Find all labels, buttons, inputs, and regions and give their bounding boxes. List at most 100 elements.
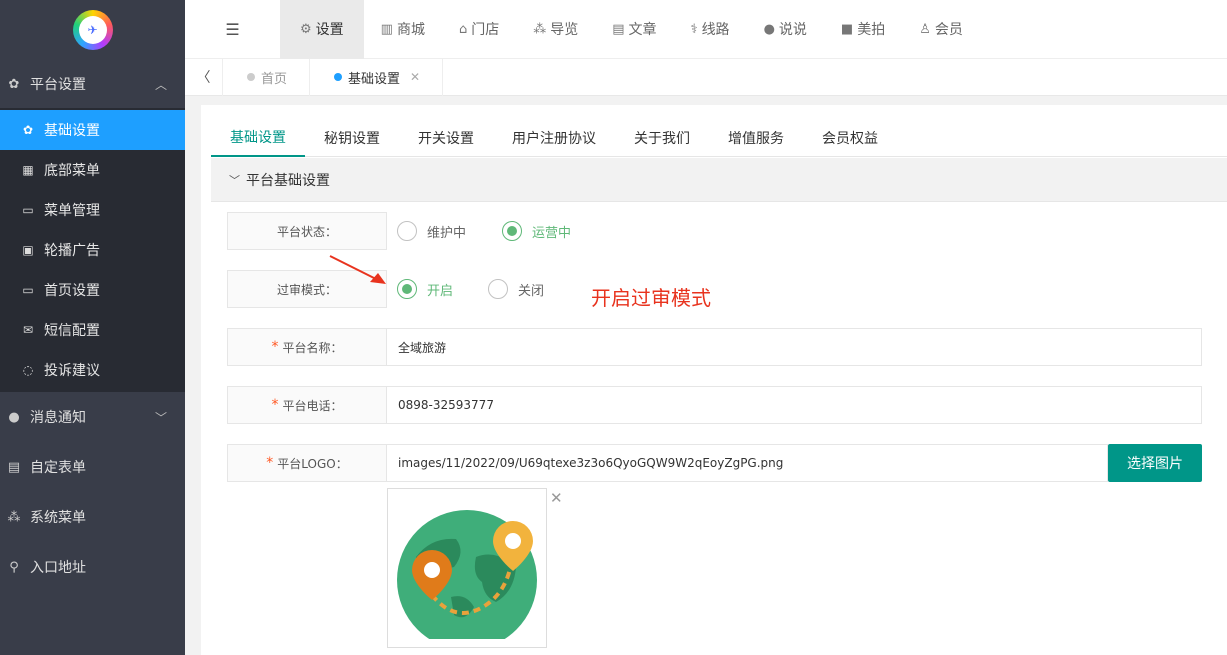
topnav-label: 门店 [471,22,500,38]
page-tab-basic-settings[interactable]: 基础设置 ✕ [310,58,444,96]
status-label: 平台状态： [227,212,387,250]
sidebar-group-label: 入口地址 [30,560,86,576]
logo-path-field[interactable]: images/11/2022/09/U69qtexe3z3o6QyoGQW9W2… [387,444,1108,482]
chevron-down-icon: ﹀ [154,410,167,425]
topnav-guide[interactable]: ⁂ 导览 [516,0,595,59]
name-label: * 平台名称： [227,328,387,366]
radio-circle [397,221,417,241]
sidebar-group-custom-forms[interactable]: ▤ 自定表单 [0,442,185,492]
sidebar-group-label: 自定表单 [30,460,86,476]
topnav-label: 美拍 [857,22,886,38]
sidebar-item-basic-settings[interactable]: ✿ 基础设置 [0,110,185,150]
monitor-icon: ▭ [22,283,34,297]
mail-icon: ✉ [22,323,34,337]
sidebar-group-entry-address[interactable]: ⚲ 入口地址 [0,542,185,592]
tab-value-added[interactable]: 增值服务 [709,119,803,157]
radio-review-on[interactable]: 开启 [397,270,453,308]
menu-toggle-icon[interactable]: ☰ [185,0,280,59]
gear-icon: ✿ [22,123,34,137]
sidebar-item-bottom-menu[interactable]: ▦ 底部菜单 [0,150,185,190]
sidebar-item-label: 基础设置 [44,123,100,139]
topnav-shop[interactable]: ▥ 商城 [364,0,442,59]
sidebar-group-label: 消息通知 [30,410,86,426]
sidebar-item-sms-config[interactable]: ✉ 短信配置 [0,310,185,350]
tab-about-us[interactable]: 关于我们 [615,119,709,157]
tab-switch-settings[interactable]: 开关设置 [399,119,493,157]
topnav-photos[interactable]: ■ 美拍 [824,0,902,59]
close-icon[interactable]: ✕ [410,70,420,84]
chat-icon: ◌ [22,363,34,377]
required-mark: * [271,339,279,355]
bank-icon: ⌂ [458,21,468,37]
page-tab-bar: 〈 首页 基础设置 ✕ [185,58,1227,96]
sidebar-item-complaints[interactable]: ◌ 投诉建议 [0,350,185,390]
wechat-icon: ● [763,21,775,37]
radio-review-off[interactable]: 关闭 [488,270,544,308]
radio-label: 开启 [427,283,454,299]
topnav-store[interactable]: ⌂ 门店 [442,0,516,59]
sidebar-item-label: 投诉建议 [44,363,100,379]
tab-secret-keys[interactable]: 秘钥设置 [305,119,399,157]
radio-circle-checked [502,221,522,241]
top-header: ☰ ⚙ 设置 ▥ 商城 ⌂ 门店 ⁂ 导览 ▤ 文章 ⚕ 线路 ● 说说 ■ 美拍 ♙ 会员 [185,0,1227,59]
topnav-label: 说说 [778,22,807,38]
radio-operating[interactable]: 运营中 [502,212,571,250]
topnav-members[interactable]: ♙ 会员 [902,0,980,59]
form-row-name: * 平台名称： 全域旅游 [227,328,1202,366]
chevron-left-icon[interactable]: 〈 [185,58,223,96]
sidebar-group-system-menu[interactable]: ⁂ 系统菜单 [0,492,185,542]
logo-preview [387,488,547,648]
sidebar-item-label: 底部菜单 [44,163,100,179]
route-icon: ⚕ [690,21,698,37]
radio-label: 运营中 [532,225,572,241]
sidebar-item-label: 首页设置 [44,283,100,299]
sidebar-item-home-settings[interactable]: ▭ 首页设置 [0,270,185,310]
form-icon: ▤ [7,459,21,475]
topnav-posts[interactable]: ● 说说 [747,0,824,59]
sidebar-item-menu-management[interactable]: ▭ 菜单管理 [0,190,185,230]
topnav-settings[interactable]: ⚙ 设置 [280,0,364,59]
form-row-logo: * 平台LOGO： images/11/2022/09/U69qtexe3z3o6… [227,444,1108,482]
gear-icon: ✿ [8,76,20,92]
gears-icon: ⚙ [300,21,312,37]
page-tab-home[interactable]: 首页 [223,58,311,96]
topnav-articles[interactable]: ▤ 文章 [595,0,673,59]
sidebar-group-label: 系统菜单 [30,510,86,526]
sidebar: ✈ ✿ 平台设置 ︿ ✿ 基础设置 ▦ 底部菜单 ▭ 菜单管理 ▣ 轮播广告 ▭… [0,0,185,655]
annotation-text: 开启过审模式 [591,286,711,310]
grid-icon: ▦ [22,163,34,177]
user-icon: ♙ [919,21,931,37]
topnav-routes[interactable]: ⚕ 线路 [674,0,747,59]
cubes-icon: ⁂ [533,21,547,37]
page-tab-label: 首页 [261,71,288,87]
sidebar-group-notifications[interactable]: ● 消息通知 ﹀ [0,392,185,442]
main-content: 基础设置 秘钥设置 开关设置 用户注册协议 关于我们 增值服务 会员权益 ﹀ 平… [201,105,1227,655]
close-icon[interactable]: ✕ [550,489,563,507]
sidebar-item-label: 轮播广告 [44,243,100,259]
video-icon: ■ [840,21,854,37]
topnav-label: 商城 [396,22,425,38]
name-field[interactable]: 全域旅游 [387,328,1202,366]
required-mark: * [271,397,279,413]
globe-pin-icon [397,510,537,639]
tab-user-agreement[interactable]: 用户注册协议 [493,119,615,157]
sidebar-item-carousel-ads[interactable]: ▣ 轮播广告 [0,230,185,270]
image-icon: ▣ [22,243,34,257]
topnav-label: 设置 [315,22,344,38]
radio-circle-checked [397,279,417,299]
choose-image-button[interactable]: 选择图片 [1108,444,1202,482]
newspaper-icon: ▤ [612,21,625,37]
sidebar-group-platform-settings[interactable]: ✿ 平台设置 ︿ [0,60,185,108]
radio-maintenance[interactable]: 维护中 [397,212,466,250]
search-icon: ⚲ [9,559,19,575]
label-text: 平台电话： [282,398,343,413]
content-tabs: 基础设置 秘钥设置 开关设置 用户注册协议 关于我们 增值服务 会员权益 [211,119,1227,157]
tab-member-benefits[interactable]: 会员权益 [803,119,897,157]
radio-circle [488,279,508,299]
topnav-label: 会员 [934,22,963,38]
phone-field[interactable]: 0898-32593777 [387,386,1202,424]
section-collapse-header[interactable]: ﹀ 平台基础设置 [211,158,1227,202]
radio-label: 关闭 [518,283,545,299]
top-nav: ⚙ 设置 ▥ 商城 ⌂ 门店 ⁂ 导览 ▤ 文章 ⚕ 线路 ● 说说 ■ 美拍 ♙ 会员 [280,0,980,59]
tab-basic-settings[interactable]: 基础设置 [211,119,305,157]
